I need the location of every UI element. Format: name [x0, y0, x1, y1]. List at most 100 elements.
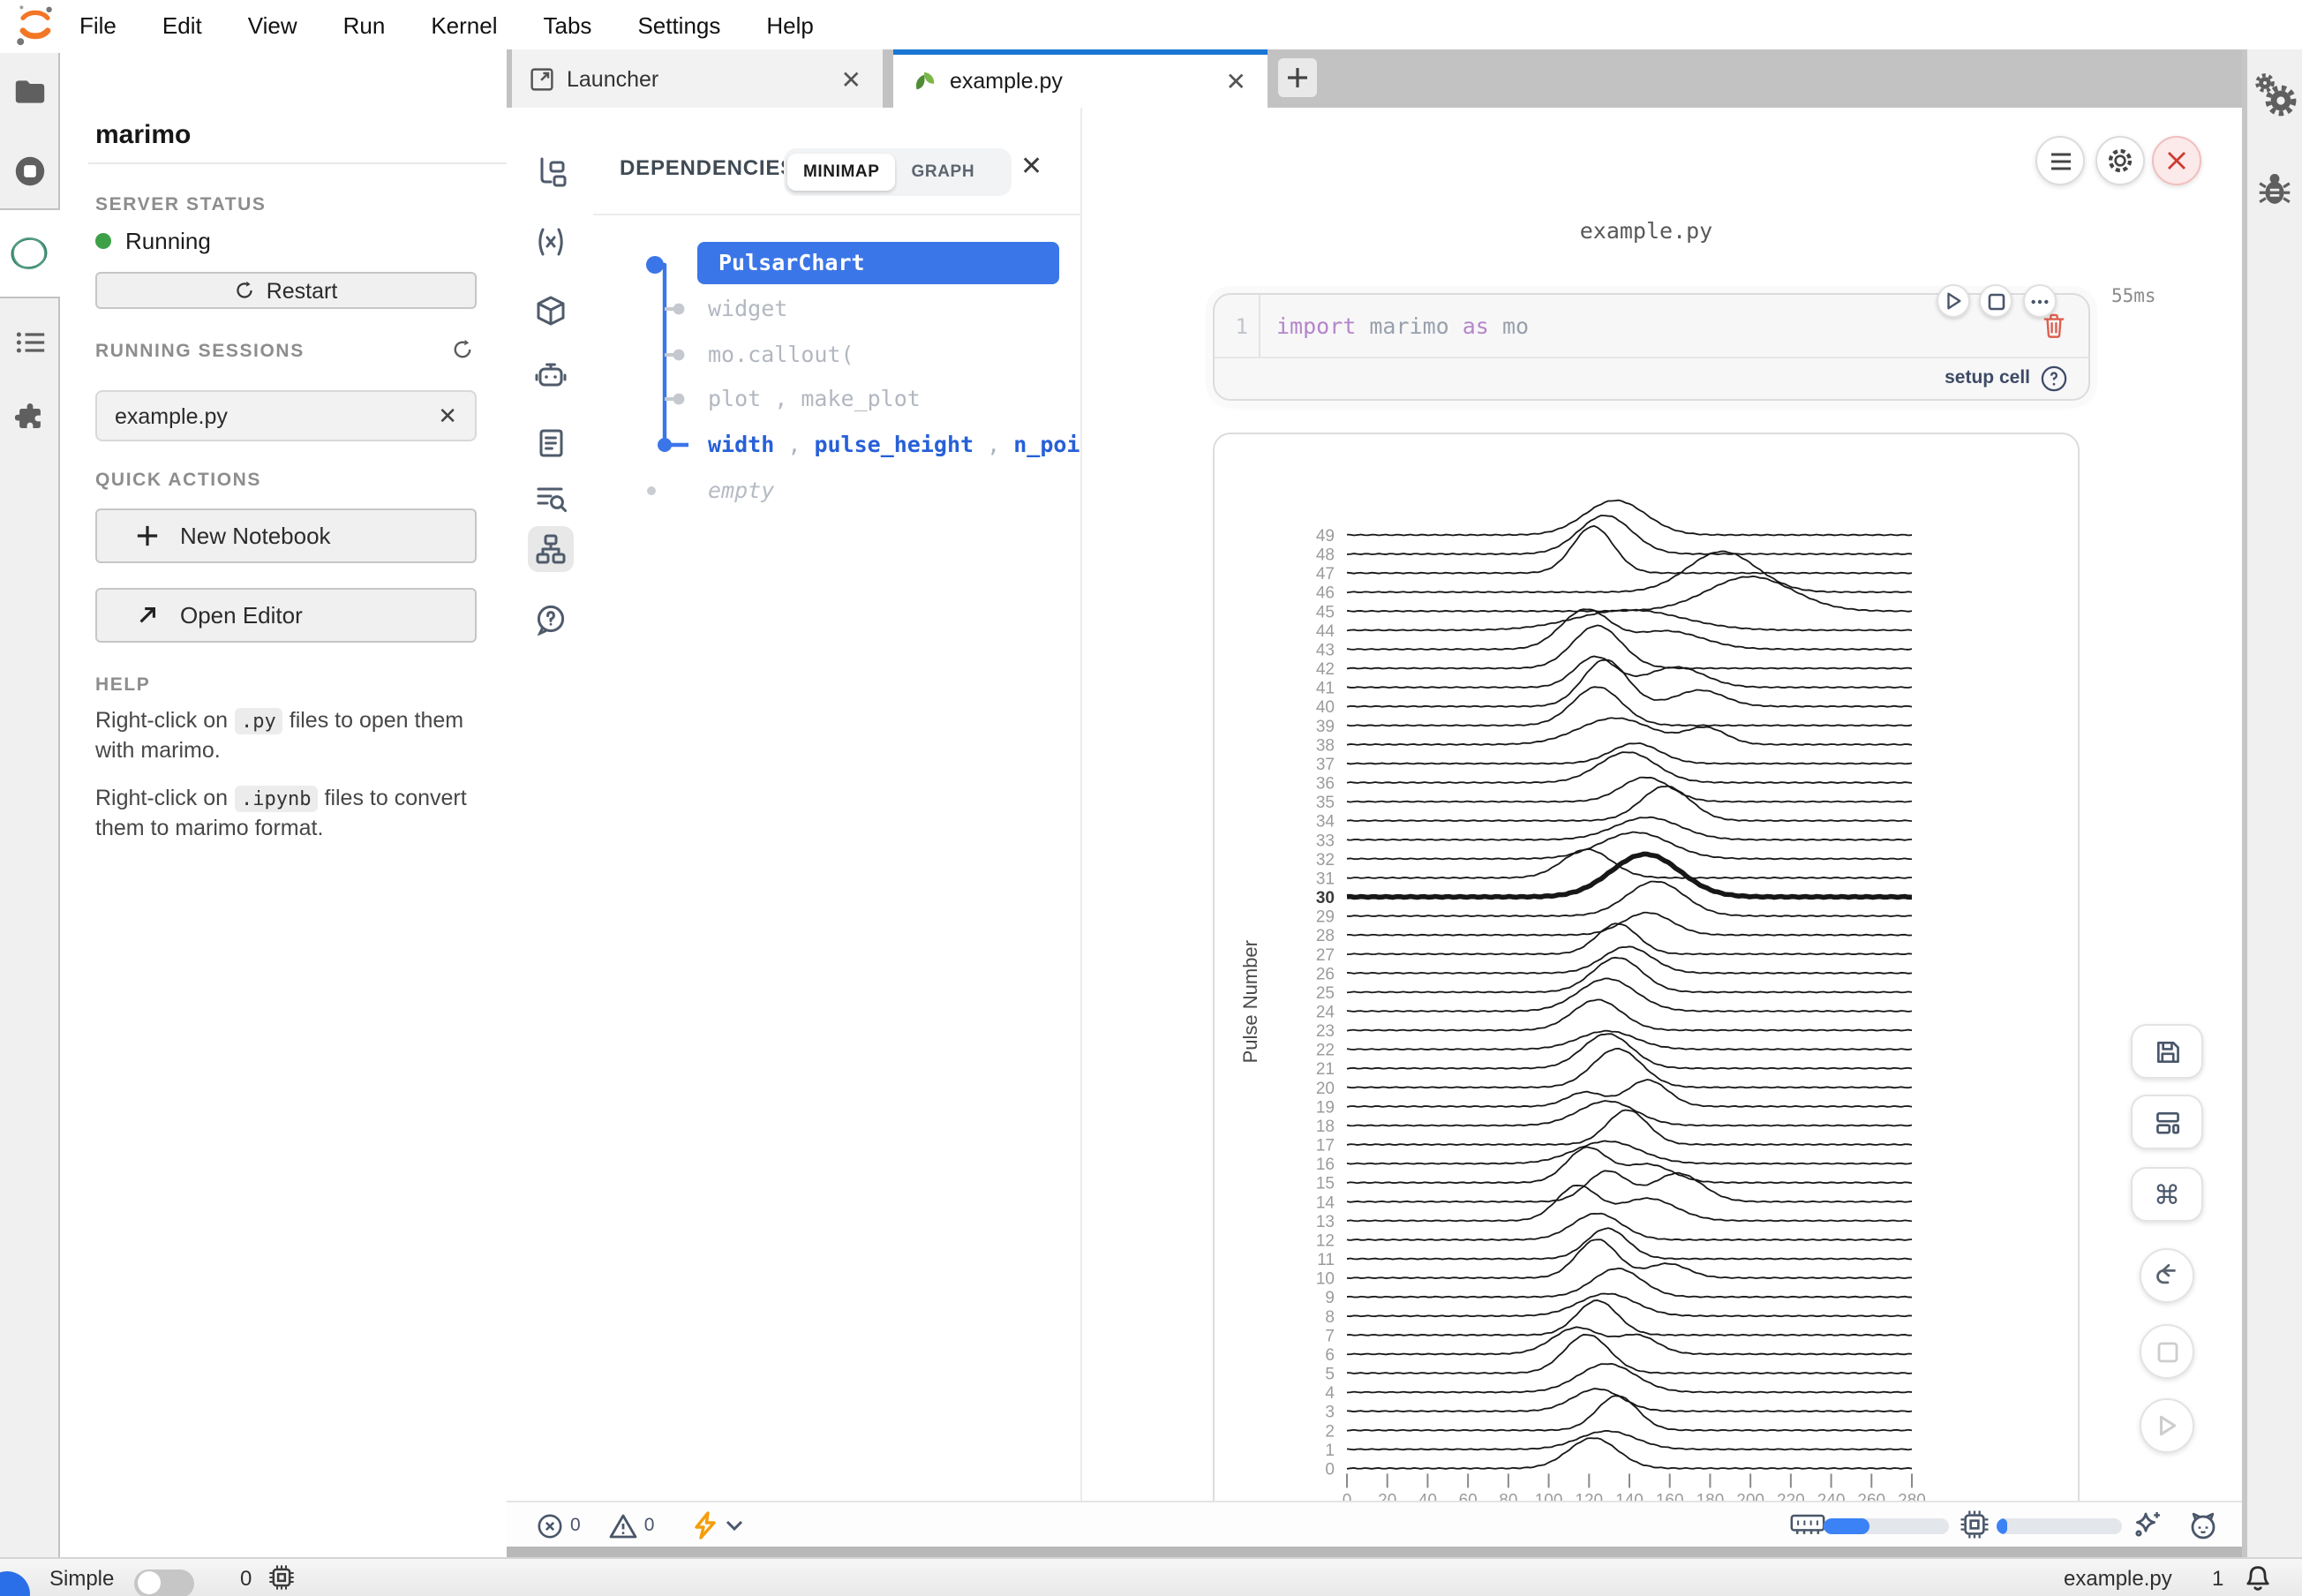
stop-icon	[1987, 292, 2005, 310]
warnings-indicator[interactable]: 0	[609, 1512, 655, 1539]
cell-more-button[interactable]	[2023, 284, 2057, 318]
svg-text:0: 0	[1343, 1491, 1352, 1501]
close-session-icon[interactable]: ✕	[438, 402, 457, 430]
table-of-contents-icon[interactable]	[13, 327, 45, 358]
undo-button[interactable]	[2140, 1248, 2194, 1303]
close-panel-icon[interactable]: ✕	[1020, 154, 1042, 180]
svg-text:36: 36	[1316, 775, 1335, 794]
logs-icon[interactable]	[527, 420, 573, 466]
refresh-sessions-icon[interactable]	[452, 339, 473, 360]
toggle-graph[interactable]: GRAPH	[896, 154, 991, 191]
help-chat-icon[interactable]	[527, 597, 573, 643]
pulsar-chart: 4948474645444342414039383736353433323130…	[1215, 434, 2078, 1501]
bottom-status-bar: Simple 0 example.py 1	[0, 1557, 2302, 1596]
svg-text:4: 4	[1325, 1384, 1335, 1403]
tab-launcher[interactable]: Launcher ✕	[512, 49, 883, 108]
toggle-minimap[interactable]: MINIMAP	[787, 154, 896, 191]
svg-text:26: 26	[1316, 965, 1335, 983]
open-editor-button[interactable]: Open Editor	[95, 588, 477, 643]
property-inspector-icon[interactable]	[2253, 72, 2298, 120]
menu-file[interactable]: File	[56, 11, 139, 38]
cell-runtime: 55ms	[2111, 286, 2156, 307]
run-all-button[interactable]	[2140, 1398, 2194, 1453]
new-notebook-button[interactable]: New Notebook	[95, 508, 477, 563]
svg-text:180: 180	[1696, 1491, 1725, 1501]
floppy-icon	[2153, 1037, 2181, 1065]
warning-triangle-icon	[609, 1512, 637, 1539]
dep-item-width[interactable]: width , pulse_height , n_poi	[708, 429, 1080, 461]
notebook-settings-button[interactable]	[2095, 136, 2145, 185]
variables-icon[interactable]	[527, 219, 573, 265]
session-item[interactable]: example.py ✕	[95, 390, 477, 441]
stop-cell-button[interactable]	[1979, 284, 2012, 318]
menu-edit[interactable]: Edit	[139, 11, 225, 38]
keyboard-shortcuts-button[interactable]: ⌘	[2131, 1167, 2203, 1222]
server-status-row: Running	[95, 228, 211, 254]
close-tab-icon[interactable]: ✕	[1219, 65, 1253, 97]
menu-tabs[interactable]: Tabs	[521, 11, 615, 38]
svg-text:Pulse Number: Pulse Number	[1239, 940, 1261, 1063]
svg-text:48: 48	[1316, 546, 1335, 565]
restart-server-button[interactable]: Restart	[95, 272, 477, 309]
assistant-cat-icon[interactable]	[2187, 1509, 2219, 1540]
close-tab-icon[interactable]: ✕	[834, 63, 869, 94]
dependency-explorer-icon[interactable]	[527, 526, 573, 572]
running-sessions-icon[interactable]	[13, 155, 45, 187]
setup-cell-label: setup cell	[1945, 367, 2030, 388]
dep-item-widget[interactable]: widget	[708, 293, 787, 325]
setup-help-icon[interactable]	[2041, 365, 2067, 391]
tab-example-py[interactable]: example.py ✕	[893, 49, 1268, 108]
help-paragraph-1: Right-click on .py files to open them wi…	[95, 706, 480, 766]
simple-mode-toggle[interactable]	[134, 1564, 194, 1596]
save-button[interactable]	[2131, 1024, 2203, 1079]
debugger-bug-icon[interactable]	[2258, 169, 2291, 207]
simple-mode-label: Simple	[49, 1559, 114, 1596]
svg-text:7: 7	[1325, 1327, 1335, 1345]
ellipsis-icon	[2030, 297, 2050, 305]
kernel-chip-icon[interactable]	[268, 1564, 295, 1591]
menu-help[interactable]: Help	[743, 11, 837, 38]
menu-kernel[interactable]: Kernel	[408, 11, 520, 38]
notification-count: 1	[2212, 1559, 2223, 1596]
dep-item-plot[interactable]: plot , make_plot	[708, 383, 921, 415]
packages-icon[interactable]	[527, 288, 573, 334]
right-sidebar	[2247, 49, 2302, 1557]
server-status-value: Running	[125, 228, 211, 254]
svg-text:30: 30	[1316, 889, 1335, 907]
statusbar-filename: example.py	[2064, 1559, 2172, 1596]
file-tree-icon[interactable]	[527, 148, 573, 194]
extensions-icon[interactable]	[14, 403, 44, 433]
menu-view[interactable]: View	[225, 11, 320, 38]
code-content[interactable]: import marimo as mo	[1260, 312, 1529, 339]
errors-indicator[interactable]: 0	[537, 1512, 581, 1539]
menu-settings[interactable]: Settings	[614, 11, 743, 38]
marimo-side-toolbar	[507, 108, 595, 1501]
layout-icon	[2153, 1108, 2181, 1136]
svg-text:42: 42	[1316, 660, 1335, 679]
shutdown-button[interactable]	[2152, 136, 2201, 185]
notebook-menu-button[interactable]	[2035, 136, 2085, 185]
scratchpad-search-icon[interactable]	[527, 475, 573, 521]
ai-assistant-icon[interactable]	[527, 351, 573, 397]
dep-item-pulsarchart[interactable]: PulsarChart	[697, 242, 1059, 284]
stop-icon	[2156, 1341, 2178, 1362]
svg-text:33: 33	[1316, 832, 1335, 850]
notification-bell-icon[interactable]	[2244, 1564, 2272, 1592]
svg-text:24: 24	[1316, 1004, 1335, 1022]
dep-item-callout[interactable]: mo.callout(	[708, 339, 854, 371]
svg-text:200: 200	[1736, 1491, 1764, 1501]
marimo-leaf-icon	[911, 68, 937, 94]
svg-text:21: 21	[1316, 1060, 1335, 1079]
run-cell-button[interactable]	[1937, 284, 1970, 318]
stop-all-button[interactable]	[2140, 1324, 2194, 1379]
marimo-sidebar-icon[interactable]	[9, 233, 49, 274]
file-browser-icon[interactable]	[13, 79, 45, 105]
ai-sparkle-icon[interactable]	[2133, 1509, 2163, 1540]
layout-button[interactable]	[2131, 1095, 2203, 1149]
run-stale-button[interactable]	[693, 1511, 742, 1540]
new-tab-button[interactable]	[1278, 58, 1317, 97]
divider	[593, 214, 1082, 215]
plus-icon	[136, 524, 159, 547]
menu-run[interactable]: Run	[320, 11, 409, 38]
dep-item-empty[interactable]: empty	[708, 475, 774, 507]
